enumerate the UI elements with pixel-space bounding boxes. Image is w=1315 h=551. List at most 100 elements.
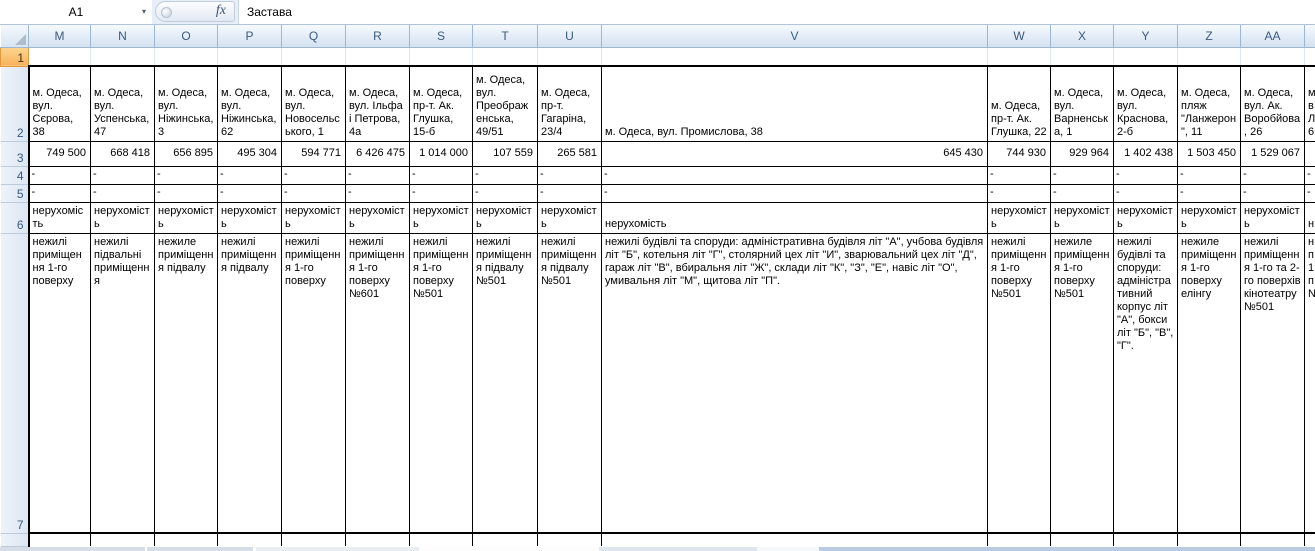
cell-AA2[interactable]: м. Одеса, вул. Ак. Воробйова, 26 xyxy=(1241,66,1305,141)
cell-W3[interactable]: 744 930 xyxy=(988,141,1051,166)
cell-U[interactable] xyxy=(538,533,602,546)
cell-U5[interactable]: - xyxy=(538,184,602,202)
cell-AA7[interactable]: нежилі приміщення 1-го та 2-го поверхів … xyxy=(1241,233,1305,533)
column-header-X[interactable]: X xyxy=(1051,25,1114,47)
cell-U6[interactable]: нерухомість xyxy=(538,202,602,233)
cell-Q[interactable] xyxy=(282,533,346,546)
cell-M4[interactable]: - xyxy=(29,166,91,184)
cell-P3[interactable]: 495 304 xyxy=(218,141,282,166)
cell-M7[interactable]: нежилі приміщення 1-го поверху xyxy=(29,233,91,533)
cell-S4[interactable]: - xyxy=(410,166,473,184)
cell-R6[interactable]: нерухомість xyxy=(346,202,410,233)
cell-Z1[interactable] xyxy=(1178,47,1241,66)
select-all-button[interactable] xyxy=(1,25,29,47)
cell-M3[interactable]: 749 500 xyxy=(29,141,91,166)
cell-R3[interactable]: 6 426 475 xyxy=(346,141,410,166)
cell-N3[interactable]: 668 418 xyxy=(91,141,155,166)
column-header-O[interactable]: O xyxy=(155,25,218,47)
row-header-1[interactable]: 1 xyxy=(1,47,29,66)
cell-AA3[interactable]: 1 529 067 xyxy=(1241,141,1305,166)
cell-V[interactable] xyxy=(602,533,988,546)
insert-function-icon[interactable]: fx xyxy=(216,3,226,19)
cell-W4[interactable]: - xyxy=(988,166,1051,184)
cell-P7[interactable]: нежилі приміщення підвалу xyxy=(218,233,282,533)
cell-O[interactable] xyxy=(155,533,218,546)
cell-X6[interactable]: нерухомість xyxy=(1051,202,1114,233)
cell-partial7[interactable]: н п 1 п N xyxy=(1305,233,1315,533)
cell-U3[interactable]: 265 581 xyxy=(538,141,602,166)
column-header-U[interactable]: U xyxy=(538,25,602,47)
cell-Y[interactable] xyxy=(1114,533,1178,546)
cell-X1[interactable] xyxy=(1051,47,1114,66)
cell-Q7[interactable]: нежилі приміщення 1-го поверху xyxy=(282,233,346,533)
cell-M[interactable] xyxy=(29,533,91,546)
cell-W7[interactable]: нежилі приміщення 1-го поверху №501 xyxy=(988,233,1051,533)
column-header-S[interactable]: S xyxy=(410,25,473,47)
cell-Y4[interactable]: - xyxy=(1114,166,1178,184)
cell-S5[interactable]: - xyxy=(410,184,473,202)
sheet-tab-strip-segment[interactable] xyxy=(757,547,819,551)
cell-Z3[interactable]: 1 503 450 xyxy=(1178,141,1241,166)
cell-N[interactable] xyxy=(91,533,155,546)
column-header-AA[interactable]: AA xyxy=(1241,25,1305,47)
sheet-tab-strip-segment[interactable] xyxy=(419,547,599,551)
sheet-tab-strip-segment[interactable] xyxy=(599,547,757,551)
cell-N2[interactable]: м. Одеса, вул. Успенська, 47 xyxy=(91,66,155,141)
sheet-tab-strip-segment[interactable] xyxy=(819,547,1315,551)
cell-Y7[interactable]: нежилі будівлі та споруди: адміністратив… xyxy=(1114,233,1178,533)
formula-input[interactable]: Застава xyxy=(238,0,1315,24)
cell-partial1[interactable] xyxy=(1305,47,1315,66)
sheet-tab-strip-segment[interactable] xyxy=(147,547,253,551)
cell-R2[interactable]: м. Одеса, вул. Ільфа і Петрова, 4а xyxy=(346,66,410,141)
cell-X3[interactable]: 929 964 xyxy=(1051,141,1114,166)
cell-P6[interactable]: нерухомість xyxy=(218,202,282,233)
row-header-3[interactable]: 3 xyxy=(1,141,29,166)
row-header-5[interactable]: 5 xyxy=(1,184,29,202)
cell-W2[interactable]: м. Одеса, пр-т. Ак. Глушка, 22 xyxy=(988,66,1051,141)
cell-U1[interactable] xyxy=(538,47,602,66)
cell-R4[interactable]: - xyxy=(346,166,410,184)
cell-T6[interactable]: нерухомість xyxy=(473,202,538,233)
cell-U4[interactable]: - xyxy=(538,166,602,184)
cell-partial4[interactable]: - xyxy=(1305,166,1315,184)
column-header-Z[interactable]: Z xyxy=(1178,25,1241,47)
cell-Q4[interactable]: - xyxy=(282,166,346,184)
cell-T[interactable] xyxy=(473,533,538,546)
row-header-4[interactable]: 4 xyxy=(1,166,29,184)
cell-W[interactable] xyxy=(988,533,1051,546)
cell-partial[interactable] xyxy=(1305,533,1315,546)
cell-Z7[interactable]: нежиле приміщення 1-го поверху елінгу xyxy=(1178,233,1241,533)
cell-N7[interactable]: нежилі підвальні приміщення xyxy=(91,233,155,533)
cell-O3[interactable]: 656 895 xyxy=(155,141,218,166)
cell-Q6[interactable]: нерухомість xyxy=(282,202,346,233)
cell-AA1[interactable] xyxy=(1241,47,1305,66)
column-header-Y[interactable]: Y xyxy=(1114,25,1178,47)
column-header-V[interactable]: V xyxy=(602,25,988,47)
column-header-partial[interactable] xyxy=(1305,25,1315,47)
cell-V5[interactable]: - xyxy=(602,184,988,202)
column-header-N[interactable]: N xyxy=(91,25,155,47)
cell-M2[interactable]: м. Одеса, вул. Сєрова, 38 xyxy=(29,66,91,141)
cell-O5[interactable]: - xyxy=(155,184,218,202)
row-header-7[interactable]: 7 xyxy=(1,233,29,533)
cell-T5[interactable]: - xyxy=(473,184,538,202)
cell-M1[interactable] xyxy=(29,47,91,66)
cell-N4[interactable]: - xyxy=(91,166,155,184)
cell-Q3[interactable]: 594 771 xyxy=(282,141,346,166)
cell-Z5[interactable]: - xyxy=(1178,184,1241,202)
cell-Z6[interactable]: нерухомість xyxy=(1178,202,1241,233)
cell-X2[interactable]: м. Одеса, вул. Варненська, 1 xyxy=(1051,66,1114,141)
cell-N5[interactable]: - xyxy=(91,184,155,202)
cell-P1[interactable] xyxy=(218,47,282,66)
cell-R5[interactable]: - xyxy=(346,184,410,202)
cell-O2[interactable]: м. Одеса, вул. Ніжинська, 3 xyxy=(155,66,218,141)
cell-S1[interactable] xyxy=(410,47,473,66)
column-header-R[interactable]: R xyxy=(346,25,410,47)
row-header-2[interactable]: 2 xyxy=(1,66,29,141)
cell-X4[interactable]: - xyxy=(1051,166,1114,184)
cell-S2[interactable]: м. Одеса, пр-т. Ак. Глушка, 15-б xyxy=(410,66,473,141)
cell-Z4[interactable]: - xyxy=(1178,166,1241,184)
column-header-Q[interactable]: Q xyxy=(282,25,346,47)
cell-O6[interactable]: нерухомість xyxy=(155,202,218,233)
cell-U2[interactable]: м. Одеса, пр-т. Гагаріна, 23/4 xyxy=(538,66,602,141)
